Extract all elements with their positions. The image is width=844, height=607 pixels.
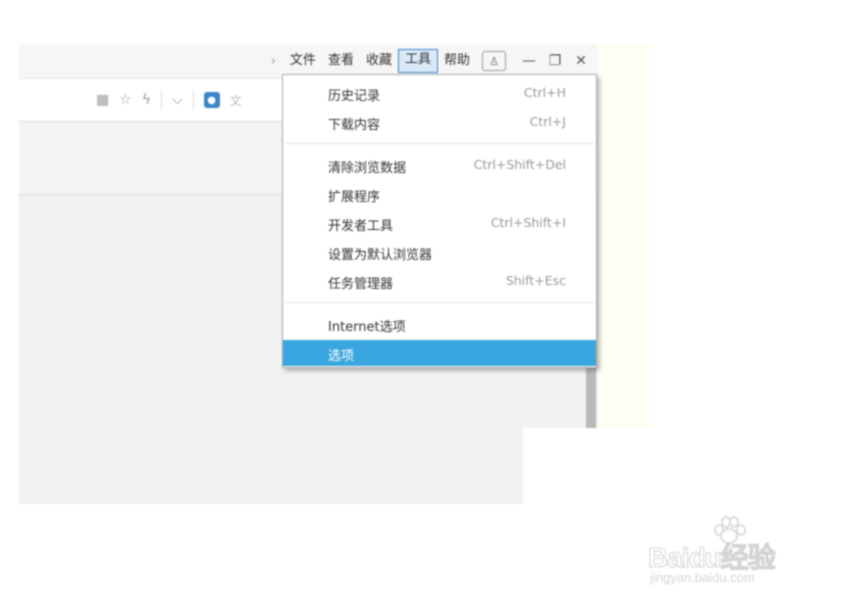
menu-item[interactable]: 开发者工具 Ctrl+Shift+I xyxy=(283,210,596,236)
lightning-icon[interactable]: ϟ xyxy=(142,92,151,108)
menu-item-shortcut: Ctrl+Shift+Del xyxy=(473,157,566,172)
menu-item[interactable]: 扩展程序 xyxy=(283,181,596,207)
menu-item[interactable]: 任务管理器 Shift+Esc xyxy=(283,268,596,294)
menu-item[interactable]: 下载内容 Ctrl+J xyxy=(283,109,596,135)
baidu-watermark: Baidu经验 jingyan.baidu.com xyxy=(648,514,808,594)
menu-item[interactable]: Internet选项 xyxy=(283,311,596,337)
divider xyxy=(161,91,163,109)
menu-item-shortcut: Ctrl+H xyxy=(523,85,566,100)
menu-item-shortcut: Ctrl+J xyxy=(529,114,566,129)
menu-item[interactable]: 选项 xyxy=(283,340,596,366)
menu-item-shortcut: Ctrl+Shift+I xyxy=(490,215,566,230)
menu-item-label: 下载内容 xyxy=(328,118,381,133)
menu-item-label: 设置为默认浏览器 xyxy=(328,248,433,263)
menu-item-label: 历史记录 xyxy=(328,89,381,104)
menu-item-label: 选项 xyxy=(328,349,355,364)
divider xyxy=(192,91,194,109)
menu-item-label: 清除浏览数据 xyxy=(328,161,407,176)
search-engine-icon[interactable]: ● xyxy=(203,92,220,108)
search-input[interactable]: 文 xyxy=(230,92,242,109)
menu-help[interactable]: 帮助 xyxy=(438,50,476,72)
screenshot-root: › 文件 查看 收藏 工具 帮助 ♙ — ❐ ✕ ▦ ☆ ϟ ⌵ ● 文 历史记… xyxy=(0,0,844,607)
menu-separator xyxy=(285,143,594,144)
side-panel xyxy=(598,44,650,428)
menu-separator xyxy=(285,302,594,303)
menu-view[interactable]: 查看 xyxy=(322,50,360,72)
menu-item[interactable]: 清除浏览数据 Ctrl+Shift+Del xyxy=(283,152,596,178)
address-bar-icons: ▦ ☆ ϟ ⌵ ● 文 xyxy=(96,91,242,109)
menu-item-shortcut: Shift+Esc xyxy=(505,273,566,288)
menu-item[interactable]: 历史记录 Ctrl+H xyxy=(283,80,596,106)
menu-item-label: 扩展程序 xyxy=(328,190,381,205)
menu-favorites[interactable]: 收藏 xyxy=(360,50,398,72)
close-button[interactable]: ✕ xyxy=(568,53,594,69)
minimize-button[interactable]: — xyxy=(516,53,542,69)
user-icon[interactable]: ♙ xyxy=(482,51,506,71)
menu-item-label: 任务管理器 xyxy=(328,277,394,292)
menu-bar: › 文件 查看 收藏 工具 帮助 ♙ — ❐ ✕ xyxy=(267,49,594,73)
restore-button[interactable]: ❐ xyxy=(542,53,568,69)
watermark-url: jingyan.baidu.com xyxy=(650,570,755,585)
scrollbar[interactable] xyxy=(586,366,596,428)
tools-menu: 历史记录 Ctrl+H 下载内容 Ctrl+J 清除浏览数据 Ctrl+Shift+Del… xyxy=(282,74,597,368)
star-icon[interactable]: ☆ xyxy=(119,92,132,108)
menu-item[interactable]: 设置为默认浏览器 xyxy=(283,239,596,265)
menu-tools[interactable]: 工具 xyxy=(397,49,438,73)
menu-item-label: 开发者工具 xyxy=(328,219,394,234)
menu-file[interactable]: 文件 xyxy=(284,50,322,72)
dropdown-chevron-icon[interactable]: ⌵ xyxy=(172,92,183,108)
qr-code-icon[interactable]: ▦ xyxy=(96,92,109,108)
menu-item-label: Internet选项 xyxy=(328,320,406,335)
chevron-right-icon[interactable]: › xyxy=(267,54,284,69)
